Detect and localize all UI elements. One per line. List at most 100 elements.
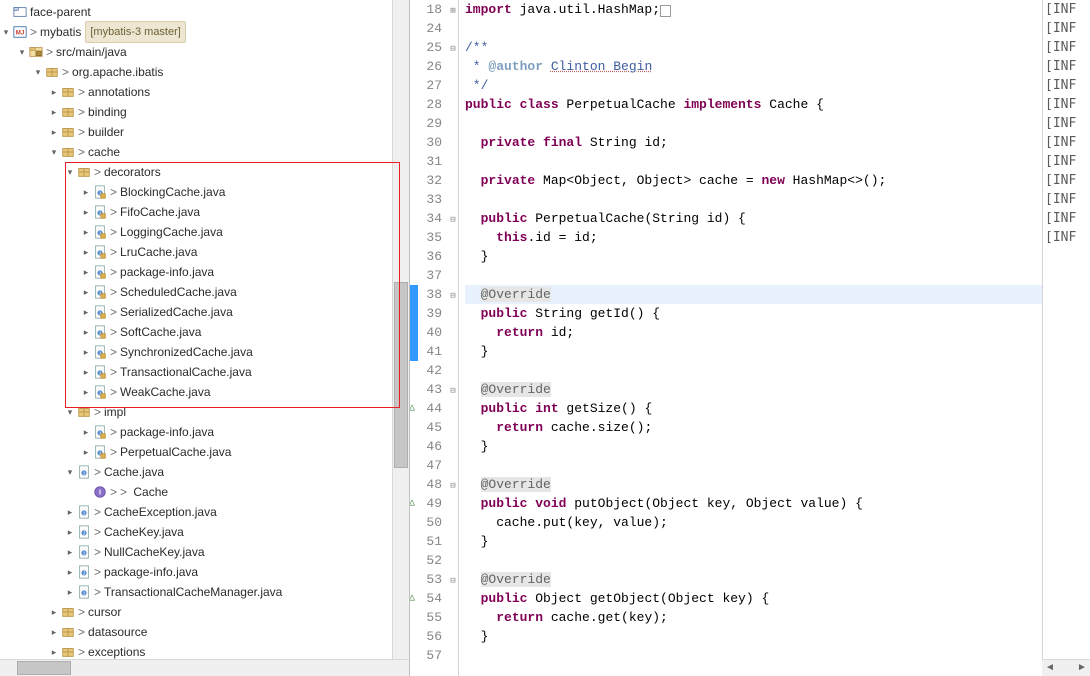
expand-twistie[interactable]: ▸	[80, 182, 92, 202]
expand-twistie[interactable]: ▸	[64, 582, 76, 602]
explorer-vscrollbar[interactable]	[392, 0, 409, 659]
file-LoggingCache-java[interactable]: ▸J>LoggingCache.java	[0, 222, 409, 242]
code-line[interactable]: private final String id;	[465, 133, 1042, 152]
code-line[interactable]: */	[465, 76, 1042, 95]
expand-twistie[interactable]: ▸	[80, 262, 92, 282]
file-LruCache-java[interactable]: ▸J>LruCache.java	[0, 242, 409, 262]
code-line[interactable]: /**	[465, 38, 1042, 57]
file-WeakCache-java[interactable]: ▸J>WeakCache.java	[0, 382, 409, 402]
package-root[interactable]: ▾>org.apache.ibatis	[0, 62, 409, 82]
expand-twistie[interactable]: ▸	[80, 362, 92, 382]
expand-twistie[interactable]: ▾	[0, 22, 12, 42]
expand-twistie[interactable]: ▸	[80, 282, 92, 302]
file-nullcachekey[interactable]: ▸J>NullCacheKey.java	[0, 542, 409, 562]
code-line[interactable]: }	[465, 532, 1042, 551]
file-PerpetualCache-java[interactable]: ▸J>PerpetualCache.java	[0, 442, 409, 462]
src-folder[interactable]: ▾>src/main/java	[0, 42, 409, 62]
code-line[interactable]: return cache.size();	[465, 418, 1042, 437]
expand-twistie[interactable]: ▸	[80, 202, 92, 222]
expand-twistie[interactable]: ▾	[64, 462, 76, 482]
code-line[interactable]: return cache.get(key);	[465, 608, 1042, 627]
package-impl[interactable]: ▾>impl	[0, 402, 409, 422]
override-marker-icon[interactable]: △	[410, 399, 415, 418]
expand-twistie[interactable]: ▸	[64, 542, 76, 562]
code-line[interactable]: cache.put(key, value);	[465, 513, 1042, 532]
package-builder[interactable]: ▸>builder	[0, 122, 409, 142]
expand-twistie[interactable]: ▸	[48, 82, 60, 102]
code-line[interactable]: public String getId() {	[465, 304, 1042, 323]
type-cache[interactable]: I>> Cache	[0, 482, 409, 502]
expand-twistie[interactable]: ▾	[32, 62, 44, 82]
expand-twistie[interactable]: ▸	[80, 442, 92, 462]
code-line[interactable]: this.id = id;	[465, 228, 1042, 247]
code-line[interactable]: @Override	[465, 285, 1042, 304]
project-mybatis[interactable]: ▾MJ>mybatis[mybatis-3 master]	[0, 22, 409, 42]
code-line[interactable]: @Override	[465, 570, 1042, 589]
code-area[interactable]: import java.util.HashMap; /** * @author …	[459, 0, 1042, 676]
expand-twistie[interactable]: ▾	[48, 142, 60, 162]
code-line[interactable]	[465, 266, 1042, 285]
expand-twistie[interactable]: ▸	[80, 242, 92, 262]
package-binding[interactable]: ▸>binding	[0, 102, 409, 122]
folded-imports-icon[interactable]	[660, 5, 671, 17]
code-line[interactable]: * @author Clinton Begin	[465, 57, 1042, 76]
package-decorators[interactable]: ▾>decorators	[0, 162, 409, 182]
package-cache[interactable]: ▾>cache	[0, 142, 409, 162]
code-line[interactable]: public Object getObject(Object key) {	[465, 589, 1042, 608]
expand-twistie[interactable]: ▸	[80, 382, 92, 402]
code-line[interactable]	[465, 551, 1042, 570]
expand-twistie[interactable]: ▸	[80, 302, 92, 322]
code-line[interactable]	[465, 456, 1042, 475]
code-line[interactable]: public void putObject(Object key, Object…	[465, 494, 1042, 513]
expand-twistie[interactable]: ▸	[64, 502, 76, 522]
package-datasource[interactable]: ▸>datasource	[0, 622, 409, 642]
file-SynchronizedCache-java[interactable]: ▸J>SynchronizedCache.java	[0, 342, 409, 362]
file-TransactionalCache-java[interactable]: ▸J>TransactionalCache.java	[0, 362, 409, 382]
file-cacheexception[interactable]: ▸J>CacheException.java	[0, 502, 409, 522]
expand-twistie[interactable]: ▸	[64, 562, 76, 582]
project-face-parent[interactable]: face-parent	[0, 2, 409, 22]
expand-twistie[interactable]: ▸	[80, 342, 92, 362]
file-SerializedCache-java[interactable]: ▸J>SerializedCache.java	[0, 302, 409, 322]
code-line[interactable]: import java.util.HashMap;	[465, 0, 1042, 19]
expand-twistie[interactable]: ▸	[48, 622, 60, 642]
expand-twistie[interactable]: ▸	[80, 422, 92, 442]
expand-twistie[interactable]: ▸	[48, 102, 60, 122]
code-line[interactable]	[465, 152, 1042, 171]
code-line[interactable]	[465, 646, 1042, 665]
expand-twistie[interactable]: ▾	[64, 162, 76, 182]
code-line[interactable]: }	[465, 627, 1042, 646]
code-line[interactable]: }	[465, 437, 1042, 456]
expand-twistie[interactable]: ▾	[16, 42, 28, 62]
file-BlockingCache-java[interactable]: ▸J>BlockingCache.java	[0, 182, 409, 202]
override-marker-icon[interactable]: △	[410, 589, 415, 608]
file-cachekey[interactable]: ▸J>CacheKey.java	[0, 522, 409, 542]
explorer-hscrollbar[interactable]	[0, 659, 409, 676]
file-FifoCache-java[interactable]: ▸J>FifoCache.java	[0, 202, 409, 222]
code-line[interactable]	[465, 190, 1042, 209]
file-ScheduledCache-java[interactable]: ▸J>ScheduledCache.java	[0, 282, 409, 302]
expand-twistie[interactable]: ▾	[64, 402, 76, 422]
expand-twistie[interactable]: ▸	[64, 522, 76, 542]
file-package-info-java[interactable]: ▸J>package-info.java	[0, 262, 409, 282]
code-line[interactable]: }	[465, 247, 1042, 266]
editor-hscrollbar[interactable]: ◄►	[1042, 659, 1090, 676]
code-line[interactable]: public class PerpetualCache implements C…	[465, 95, 1042, 114]
expand-twistie[interactable]: ▸	[48, 602, 60, 622]
code-line[interactable]: return id;	[465, 323, 1042, 342]
code-line[interactable]: public PerpetualCache(String id) {	[465, 209, 1042, 228]
expand-twistie[interactable]: ▸	[80, 222, 92, 242]
file-tcm[interactable]: ▸J>TransactionalCacheManager.java	[0, 582, 409, 602]
file-package-info-java[interactable]: ▸J>package-info.java	[0, 422, 409, 442]
code-line[interactable]: @Override	[465, 475, 1042, 494]
code-line[interactable]	[465, 114, 1042, 133]
override-marker-icon[interactable]: △	[410, 494, 415, 513]
code-line[interactable]: }	[465, 342, 1042, 361]
file-SoftCache-java[interactable]: ▸J>SoftCache.java	[0, 322, 409, 342]
package-annotations[interactable]: ▸>annotations	[0, 82, 409, 102]
file-cache-java[interactable]: ▾J>Cache.java	[0, 462, 409, 482]
code-line[interactable]: @Override	[465, 380, 1042, 399]
code-line[interactable]	[465, 19, 1042, 38]
code-line[interactable]: private Map<Object, Object> cache = new …	[465, 171, 1042, 190]
file-packageinfo-cache[interactable]: ▸J>package-info.java	[0, 562, 409, 582]
